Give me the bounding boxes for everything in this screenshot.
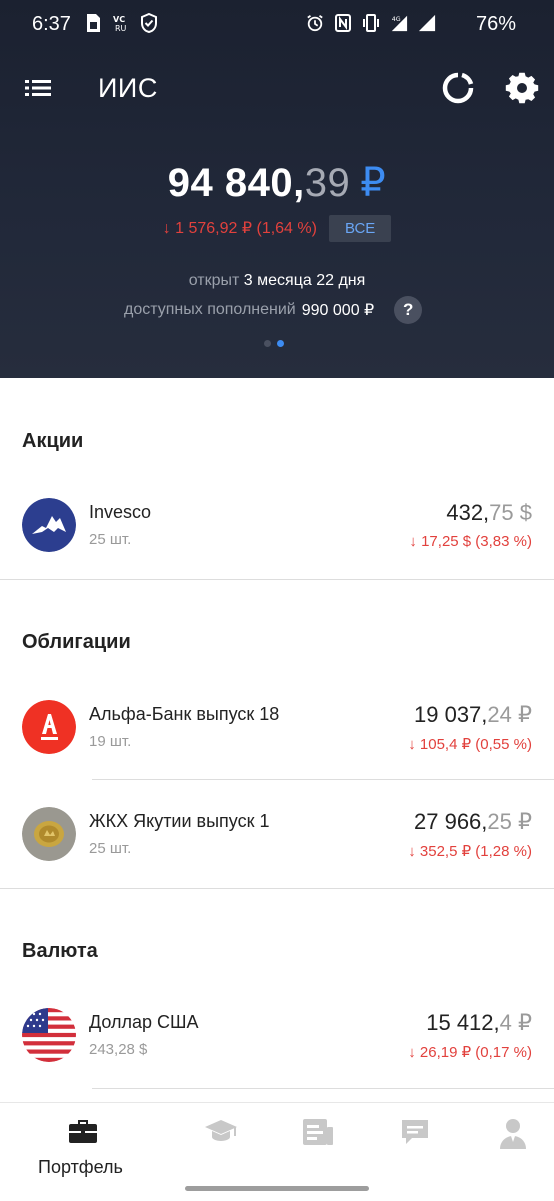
- briefcase-icon: [69, 1120, 97, 1143]
- price-integer: 19 037,: [414, 702, 488, 727]
- page-dot[interactable]: [264, 340, 271, 347]
- news-icon: [303, 1119, 333, 1145]
- battery-level: 76%: [475, 13, 516, 35]
- status-bar: 6:37 VC RU 4G 76%: [0, 0, 554, 50]
- nav-education[interactable]: [178, 1113, 258, 1173]
- home-indicator: [185, 1186, 369, 1191]
- opened-value: 3 месяца 22 дня: [243, 272, 366, 289]
- list-item[interactable]: Доллар США 243,28 $ 15 412,4 ₽ ↓ 26,19 ₽…: [0, 1008, 554, 1090]
- refresh-icon[interactable]: [440, 70, 476, 106]
- portfolio-balance: 94 840,39 ₽: [0, 160, 554, 206]
- price-fraction: 75 $: [489, 500, 532, 525]
- account-opened: открыт 3 месяца 22 дня: [0, 272, 554, 290]
- svg-text:VC: VC: [113, 15, 125, 24]
- balance-fraction: 39: [304, 161, 351, 205]
- page-indicator: [264, 340, 284, 347]
- menu-icon[interactable]: [22, 72, 54, 104]
- sim-card-icon: [87, 14, 100, 32]
- item-name: Доллар США: [89, 1012, 199, 1032]
- item-change: ↓ 26,19 ₽ (0,17 %): [408, 1044, 532, 1061]
- nav-news[interactable]: [276, 1113, 356, 1173]
- help-button[interactable]: ?: [394, 296, 423, 324]
- profile-icon: [500, 1119, 526, 1149]
- topups-label: доступных пополнений: [124, 301, 296, 318]
- list-item[interactable]: ЖКХ Якутии выпуск 1 25 шт. 27 966,25 ₽ ↓…: [0, 807, 554, 889]
- price-integer: 27 966,: [414, 809, 488, 834]
- item-name: Альфа-Банк выпуск 18: [89, 704, 280, 724]
- nav-chat[interactable]: [374, 1113, 454, 1173]
- item-change: ↓ 352,5 ₽ (1,28 %): [408, 843, 532, 860]
- available-topups: доступных пополнений 990 000 ₽ ?: [124, 296, 423, 324]
- portfolio-header: 6:37 VC RU 4G 76% ИИС 94 840,39 ₽ ↓ 1 57…: [0, 0, 554, 378]
- price-integer: 15 412,: [426, 1010, 500, 1035]
- nfc-icon: [335, 14, 351, 32]
- item-price: 15 412,4 ₽: [426, 1010, 532, 1036]
- alfa-bank-logo: [22, 700, 76, 754]
- item-name: ЖКХ Якутии выпуск 1: [89, 811, 270, 831]
- item-divider: [92, 779, 554, 780]
- signal-icon: [418, 14, 436, 32]
- gear-icon[interactable]: [504, 70, 540, 106]
- nav-profile[interactable]: [472, 1113, 552, 1173]
- yakutia-coin-logo: [22, 807, 76, 861]
- price-fraction: 4 ₽: [499, 1010, 532, 1035]
- status-right-icons: 4G: [306, 13, 436, 33]
- item-quantity: 25 шт.: [89, 840, 132, 857]
- list-item[interactable]: Альфа-Банк выпуск 18 19 шт. 19 037,24 ₽ …: [0, 700, 554, 782]
- item-price: 432,75 $: [446, 500, 532, 526]
- nav-portfolio[interactable]: Портфель: [38, 1113, 123, 1177]
- nav-portfolio-label: Портфель: [38, 1157, 123, 1177]
- item-quantity: 19 шт.: [89, 733, 132, 750]
- item-price: 19 037,24 ₽: [414, 702, 532, 728]
- chat-icon: [402, 1120, 428, 1144]
- shield-icon: [141, 13, 157, 33]
- page-dot-active[interactable]: [277, 340, 284, 347]
- page-title: ИИС: [98, 73, 158, 103]
- alarm-icon: [307, 15, 323, 32]
- invesco-logo: [22, 498, 76, 552]
- period-all-button[interactable]: ВСЕ: [328, 214, 392, 242]
- svg-text:4G: 4G: [392, 16, 401, 23]
- balance-currency: ₽: [360, 161, 387, 205]
- item-change: ↓ 17,25 $ (3,83 %): [409, 533, 532, 550]
- topups-value: 990 000 ₽: [301, 302, 375, 319]
- vibrate-icon: [363, 14, 379, 32]
- item-quantity: 25 шт.: [89, 531, 132, 548]
- opened-label: открыт: [188, 272, 240, 289]
- item-name: Invesco: [89, 502, 152, 522]
- price-fraction: 25 ₽: [487, 809, 532, 834]
- section-title-bonds: Облигации: [22, 631, 131, 653]
- vc-ru-icon: VCRU: [113, 15, 127, 33]
- graduation-cap-icon: [205, 1120, 237, 1141]
- section-divider: [0, 888, 554, 889]
- item-divider: [92, 1088, 554, 1089]
- svg-text:RU: RU: [115, 24, 127, 33]
- status-time: 6:37: [32, 13, 71, 35]
- balance-change-row: ↓ 1 576,92 ₽ (1,64 %) ВСЕ: [0, 213, 554, 243]
- price-integer: 432,: [446, 500, 490, 525]
- signal-4g-icon: 4G: [391, 15, 408, 32]
- section-title-stocks: Акции: [22, 430, 84, 452]
- item-change: ↓ 105,4 ₽ (0,55 %): [408, 736, 532, 753]
- price-fraction: 24 ₽: [487, 702, 532, 727]
- top-bar: ИИС: [0, 60, 554, 116]
- status-left-icons: VC RU: [84, 13, 158, 33]
- usa-flag-logo: [22, 1008, 76, 1062]
- item-quantity: 243,28 $: [89, 1041, 148, 1058]
- list-item[interactable]: Invesco 25 шт. 432,75 $ ↓ 17,25 $ (3,83 …: [0, 498, 554, 580]
- section-title-currency: Валюта: [22, 940, 98, 962]
- balance-integer: 94 840,: [167, 161, 305, 205]
- item-price: 27 966,25 ₽: [414, 809, 532, 835]
- balance-change: ↓ 1 576,92 ₽ (1,64 %): [162, 220, 317, 237]
- section-divider: [0, 579, 554, 580]
